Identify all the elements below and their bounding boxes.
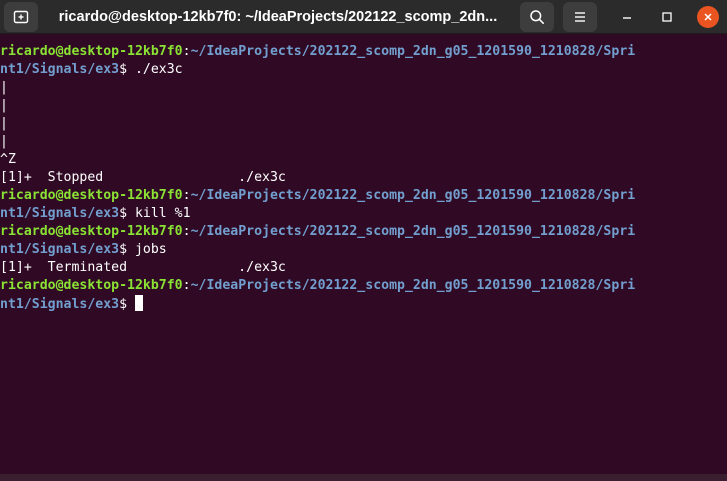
terminal-line: ricardo@desktop-12kb7f0:~/IdeaProjects/2… — [0, 187, 727, 205]
terminal-line: [1]+ Terminated ./ex3c — [0, 259, 727, 277]
terminal-line: ricardo@desktop-12kb7f0:~/IdeaProjects/2… — [0, 223, 727, 241]
search-icon — [530, 10, 544, 24]
terminal-line: nt1/Signals/ex3$ kill %1 — [0, 205, 727, 223]
hamburger-menu-icon — [575, 12, 585, 22]
new-tab-icon — [13, 10, 29, 24]
terminal-text: [1]+ Terminated ./ex3c — [0, 260, 286, 275]
prompt-separator: : — [182, 278, 191, 293]
prompt-path: nt1/Signals/ex3 — [0, 242, 120, 257]
terminal-line: nt1/Signals/ex3$ jobs — [0, 241, 727, 259]
terminal-text: $ ./ex3c — [119, 62, 183, 77]
terminal-text: | — [0, 134, 8, 149]
terminal-line: | — [0, 133, 727, 151]
close-circle — [697, 6, 719, 28]
terminal-text: $ kill %1 — [119, 206, 191, 221]
prompt-path: nt1/Signals/ex3 — [0, 206, 120, 221]
window-title: ricardo@desktop-12kb7f0: ~/IdeaProjects/… — [58, 9, 498, 25]
prompt-path: nt1/Signals/ex3 — [0, 297, 120, 312]
prompt-user: ricardo@desktop-12kb7f0 — [0, 224, 183, 239]
terminal-window: ricardo@desktop-12kb7f0: ~/IdeaProjects/… — [0, 0, 727, 481]
terminal-line: nt1/Signals/ex3$ — [0, 295, 727, 313]
maximize-button[interactable] — [655, 5, 679, 29]
terminal-line: | — [0, 115, 727, 133]
prompt-path: ~/IdeaProjects/202122_scomp_2dn_g05_1201… — [190, 188, 636, 203]
menu-button[interactable] — [563, 2, 597, 32]
close-icon — [704, 13, 712, 21]
prompt-separator: : — [182, 224, 191, 239]
prompt-user: ricardo@desktop-12kb7f0 — [0, 188, 183, 203]
prompt-path: ~/IdeaProjects/202122_scomp_2dn_g05_1201… — [190, 278, 636, 293]
new-tab-button[interactable] — [4, 2, 38, 32]
terminal-line: | — [0, 97, 727, 115]
terminal-text: $ — [119, 297, 135, 312]
maximize-icon — [662, 12, 672, 22]
terminal-line: nt1/Signals/ex3$ ./ex3c — [0, 61, 727, 79]
prompt-user: ricardo@desktop-12kb7f0 — [0, 278, 183, 293]
window-bottom-edge — [0, 474, 727, 481]
terminal-text: | — [0, 80, 8, 95]
prompt-path: ~/IdeaProjects/202122_scomp_2dn_g05_1201… — [190, 224, 636, 239]
terminal-line: ricardo@desktop-12kb7f0:~/IdeaProjects/2… — [0, 43, 727, 61]
terminal-line: [1]+ Stopped ./ex3c — [0, 169, 727, 187]
minimize-icon — [623, 17, 631, 19]
prompt-user: ricardo@desktop-12kb7f0 — [0, 44, 183, 59]
terminal-text: $ jobs — [119, 242, 167, 257]
prompt-path: ~/IdeaProjects/202122_scomp_2dn_g05_1201… — [190, 44, 636, 59]
terminal-line: ^Z — [0, 151, 727, 169]
close-button[interactable] — [696, 5, 720, 29]
terminal-text: ^Z — [0, 152, 16, 167]
text-cursor — [134, 295, 143, 311]
terminal-text: | — [0, 98, 8, 113]
search-button[interactable] — [520, 2, 554, 32]
terminal-line: | — [0, 79, 727, 97]
prompt-separator: : — [182, 44, 191, 59]
minimize-button[interactable] — [615, 5, 639, 29]
terminal-output[interactable]: ricardo@desktop-12kb7f0:~/IdeaProjects/2… — [0, 43, 727, 313]
prompt-path: nt1/Signals/ex3 — [0, 62, 120, 77]
terminal-line: ricardo@desktop-12kb7f0:~/IdeaProjects/2… — [0, 277, 727, 295]
terminal-text: [1]+ Stopped ./ex3c — [0, 170, 286, 185]
title-bar: ricardo@desktop-12kb7f0: ~/IdeaProjects/… — [0, 0, 727, 34]
prompt-separator: : — [182, 188, 191, 203]
terminal-text: | — [0, 116, 8, 131]
